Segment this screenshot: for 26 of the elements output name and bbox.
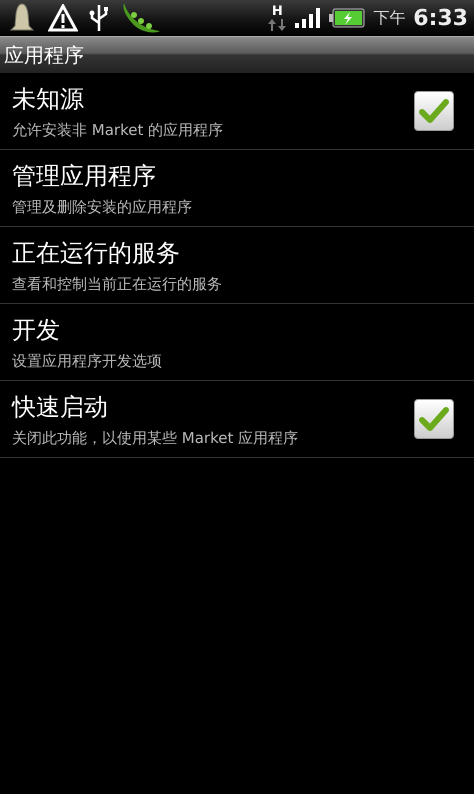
usb-icon: [88, 3, 110, 33]
settings-item[interactable]: 开发 设置应用程序开发选项: [0, 304, 474, 381]
item-title: 开发: [12, 314, 61, 346]
settings-item[interactable]: 未知源 允许安装非 Market 的应用程序: [0, 73, 474, 150]
item-summary: 关闭此功能，以使用某些 Market 应用程序: [12, 428, 300, 448]
item-title: 未知源: [12, 84, 85, 114]
item-title: 管理应用程序: [12, 160, 157, 192]
clock-time: 6:33: [413, 6, 468, 30]
item-title: 快速启动: [12, 392, 109, 422]
item-summary: 查看和控制当前正在运行的服务: [12, 274, 223, 294]
settings-item[interactable]: 管理应用程序 管理及删除安装的应用程序: [0, 150, 474, 227]
item-summary: 设置应用程序开发选项: [12, 352, 163, 370]
checkbox[interactable]: [414, 91, 454, 131]
screen-title: 应用程序: [4, 42, 84, 68]
warning-icon: [48, 4, 78, 32]
item-title: 正在运行的服务: [12, 238, 181, 268]
clock-period: 下午: [373, 8, 406, 28]
network-type-label: H: [272, 4, 283, 18]
settings-item[interactable]: 正在运行的服务 查看和控制当前正在运行的服务: [0, 227, 474, 304]
data-arrows-icon: [267, 18, 288, 32]
item-summary: 管理及删除安装的应用程序: [12, 198, 193, 216]
item-summary: 允许安装非 Market 的应用程序: [12, 120, 224, 140]
signal-icon: [295, 8, 322, 28]
checkbox[interactable]: [414, 399, 454, 439]
battery-charging-icon: [329, 8, 366, 28]
settings-item[interactable]: 快速启动 关闭此功能，以使用某些 Market 应用程序: [0, 381, 474, 458]
